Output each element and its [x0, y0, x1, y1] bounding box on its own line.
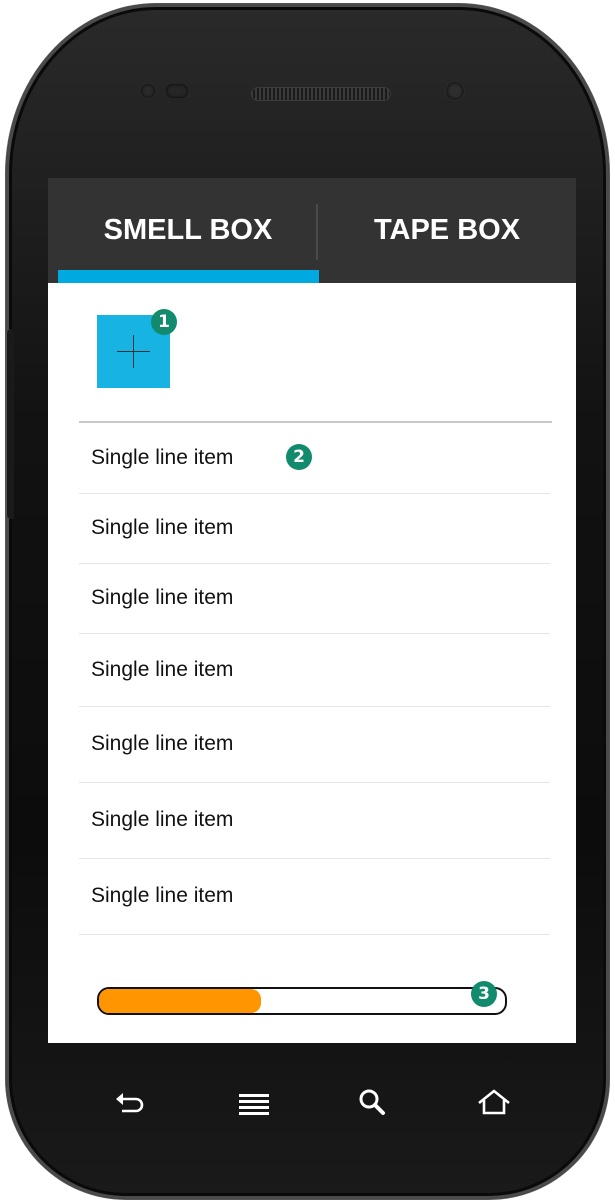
front-sensor: [141, 84, 155, 98]
list-item-label: Single line item: [91, 808, 234, 831]
progress-fill: [99, 989, 262, 1013]
menu-icon[interactable]: [236, 1085, 272, 1121]
back-icon[interactable]: [112, 1085, 148, 1121]
app-screen: SMELL BOX TAPE BOX 1 Single line item Sin…: [48, 178, 576, 1043]
tab-smell-box[interactable]: SMELL BOX: [58, 178, 318, 283]
home-icon[interactable]: [476, 1085, 512, 1121]
list-item[interactable]: Single line item: [79, 563, 550, 634]
list-item[interactable]: Single line item: [79, 782, 550, 859]
list-item[interactable]: Single line item: [79, 423, 550, 494]
list-item-label: Single line item: [91, 446, 234, 469]
list-item-label: Single line item: [91, 586, 234, 609]
plus-icon-stem: [133, 335, 134, 368]
list-item-label: Single line item: [91, 884, 234, 907]
tab-selected-indicator: [58, 270, 319, 283]
progress-bar: [97, 987, 507, 1015]
tab-tape-box[interactable]: TAPE BOX: [318, 178, 576, 283]
earpiece-speaker: [251, 87, 391, 101]
annotation-badge-3: 3: [471, 981, 497, 1007]
list-item-label: Single line item: [91, 516, 234, 539]
proximity-sensor: [166, 84, 188, 98]
side-volume-button: [6, 329, 14, 519]
search-icon[interactable]: [355, 1085, 391, 1121]
annotation-badge-1: 1: [151, 309, 177, 335]
list-item[interactable]: Single line item: [79, 706, 550, 783]
front-camera: [446, 82, 464, 100]
tab-bar: SMELL BOX TAPE BOX: [48, 178, 576, 283]
list-item[interactable]: Single line item: [79, 493, 550, 564]
list-item-label: Single line item: [91, 657, 234, 681]
list-item[interactable]: Single line item: [79, 858, 550, 935]
annotation-badge-2: 2: [286, 444, 312, 470]
list-item[interactable]: Single line item: [79, 633, 550, 707]
list-item-label: Single line item: [91, 732, 234, 755]
